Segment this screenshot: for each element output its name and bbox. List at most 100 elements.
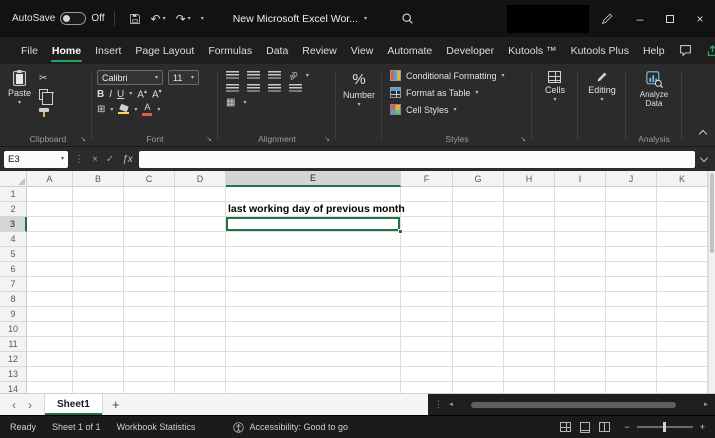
tab-automate[interactable]: Automate [380,37,439,64]
cell-I6[interactable] [555,262,606,277]
align-right-icon[interactable] [268,84,281,93]
cell-C10[interactable] [124,322,175,337]
cell-J8[interactable] [606,292,657,307]
cell-G9[interactable] [453,307,504,322]
cell-I12[interactable] [555,352,606,367]
format-painter-button[interactable] [39,104,54,117]
cell-J14[interactable] [606,382,657,393]
cell-B7[interactable] [73,277,124,292]
cell-E11[interactable] [226,337,401,352]
cell-K10[interactable] [657,322,708,337]
format-as-table-button[interactable]: Format as Table ▾ [386,84,528,101]
cell-F5[interactable] [401,247,453,262]
analyze-data-button[interactable]: Analyze Data [640,67,668,108]
scroll-right-icon[interactable]: ► [703,402,709,408]
row-header-13[interactable]: 13 [0,367,27,382]
cell-C2[interactable] [124,202,175,217]
workbook-statistics-button[interactable]: Workbook Statistics [117,422,196,432]
column-header-F[interactable]: F [401,171,453,187]
cell-B5[interactable] [73,247,124,262]
share-button[interactable] [706,44,715,57]
tab-file[interactable]: File [14,37,45,64]
cell-K14[interactable] [657,382,708,393]
font-name-combobox[interactable]: Calibri ▾ [97,70,163,85]
zoom-slider-knob[interactable] [662,422,666,432]
cell-K12[interactable] [657,352,708,367]
cell-C13[interactable] [124,367,175,382]
cell-H9[interactable] [504,307,555,322]
page-break-view-button[interactable] [599,422,611,432]
cell-I13[interactable] [555,367,606,382]
cell-B12[interactable] [73,352,124,367]
cell-F10[interactable] [401,322,453,337]
cell-E13[interactable] [226,367,401,382]
column-header-D[interactable]: D [175,171,226,187]
maximize-button[interactable] [655,0,685,37]
cell-A2[interactable] [27,202,73,217]
cell-G6[interactable] [453,262,504,277]
cell-J12[interactable] [606,352,657,367]
cell-G1[interactable] [453,187,504,202]
row-header-7[interactable]: 7 [0,277,27,292]
cell-H5[interactable] [504,247,555,262]
conditional-formatting-button[interactable]: Conditional Formatting ▾ [386,67,528,84]
cell-J4[interactable] [606,232,657,247]
alignment-dialog-launcher-icon[interactable]: ↘ [324,135,330,143]
cell-C8[interactable] [124,292,175,307]
redo-button[interactable]: ↷ ▾ [176,12,191,26]
cell-B4[interactable] [73,232,124,247]
collapse-ribbon-button[interactable] [698,129,708,139]
tab-page-layout[interactable]: Page Layout [128,37,201,64]
cell-A13[interactable] [27,367,73,382]
cell-A4[interactable] [27,232,73,247]
cell-K7[interactable] [657,277,708,292]
cell-A10[interactable] [27,322,73,337]
cell-F3[interactable] [401,217,453,232]
cell-E3[interactable] [226,217,403,234]
cell-C4[interactable] [124,232,175,247]
cell-I4[interactable] [555,232,606,247]
cell-B13[interactable] [73,367,124,382]
underline-button[interactable]: U [117,89,124,100]
cell-A9[interactable] [27,307,73,322]
tab-formulas[interactable]: Formulas [201,37,259,64]
cell-K5[interactable] [657,247,708,262]
tab-view[interactable]: View [344,37,381,64]
document-title[interactable]: New Microsoft Excel Wor... ▾ [233,13,367,25]
clipboard-dialog-launcher-icon[interactable]: ↘ [80,135,86,143]
cell-D12[interactable] [175,352,226,367]
wrap-text-icon[interactable] [289,84,302,93]
tab-kutools[interactable]: Kutools ™ [501,37,563,64]
cell-G13[interactable] [453,367,504,382]
cell-F11[interactable] [401,337,453,352]
cell-J9[interactable] [606,307,657,322]
minimize-button[interactable]: – [625,0,655,37]
cell-G4[interactable] [453,232,504,247]
cell-C5[interactable] [124,247,175,262]
cell-J10[interactable] [606,322,657,337]
cell-G5[interactable] [453,247,504,262]
cell-E2[interactable]: last working day of previous month [226,202,405,217]
bold-button[interactable]: B [97,89,104,100]
vertical-scrollbar-thumb[interactable] [710,173,714,253]
fill-color-button[interactable] [118,103,130,115]
zoom-out-button[interactable]: − [624,422,629,432]
enter-check-icon[interactable]: ✓ [106,154,114,165]
cell-F13[interactable] [401,367,453,382]
cell-C3[interactable] [124,217,175,232]
row-header-8[interactable]: 8 [0,292,27,307]
column-header-C[interactable]: C [124,171,175,187]
cell-D7[interactable] [175,277,226,292]
splitter-handle-icon[interactable]: ⋮ [434,399,443,410]
cell-I14[interactable] [555,382,606,393]
cell-I11[interactable] [555,337,606,352]
close-button[interactable]: × [685,0,715,37]
sheet-count[interactable]: Sheet 1 of 1 [52,422,101,432]
cell-K3[interactable] [657,217,708,232]
font-size-combobox[interactable]: 11 ▾ [168,70,199,85]
name-box[interactable]: E3 ▾ [4,150,68,168]
cell-D14[interactable] [175,382,226,393]
cell-D10[interactable] [175,322,226,337]
chevron-down-icon[interactable]: ▾ [110,107,113,113]
column-header-H[interactable]: H [504,171,555,187]
